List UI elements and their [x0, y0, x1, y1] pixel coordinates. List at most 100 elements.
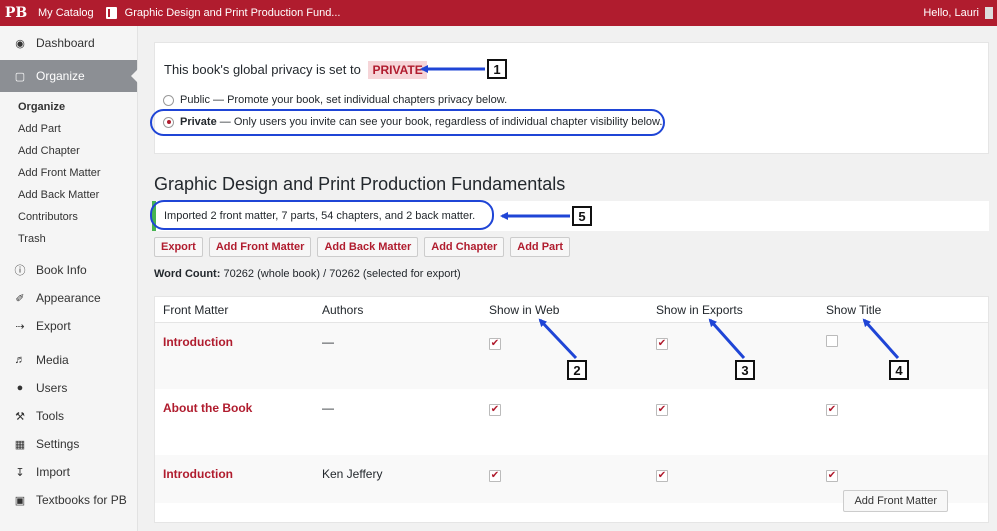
public-radio[interactable]	[163, 94, 174, 106]
header-authors: Authors	[322, 302, 364, 317]
sidebar-item-label: Import	[36, 465, 71, 479]
front-matter-table: Front Matter Authors Show in Web Show in…	[154, 296, 989, 523]
dashboard-icon: ◉	[15, 37, 25, 50]
book-name-label: Graphic Design and Print Production Fund…	[124, 7, 341, 19]
show-in-web-checkbox[interactable]: ✔	[489, 404, 501, 416]
my-catalog-link[interactable]: My Catalog	[32, 0, 100, 26]
sidebar-item-label: Dashboard	[36, 36, 95, 50]
sidebar-item-label: Tools	[36, 409, 65, 423]
sidebar-item-label: Book Info	[36, 263, 87, 277]
privacy-status-badge: PRIVATE	[368, 61, 427, 79]
show-in-exports-checkbox[interactable]: ✔	[656, 404, 668, 416]
sidebar-item-label: Textbooks for PB	[36, 493, 127, 507]
sidebar-item-label: Settings	[36, 437, 80, 451]
sidebar-item-users[interactable]: ● Users	[0, 374, 137, 402]
book-name-link[interactable]: Graphic Design and Print Production Fund…	[100, 0, 347, 26]
add-front-matter-button[interactable]: Add Front Matter	[208, 237, 312, 257]
sidebar-item-book-info[interactable]: ⓘ Book Info	[0, 256, 137, 284]
word-count-value: 70262 (whole book) / 70262 (selected for…	[223, 268, 461, 280]
privacy-heading: This book's global privacy is set to PRI…	[164, 61, 427, 79]
author-cell: —	[322, 335, 334, 349]
add-back-matter-button[interactable]: Add Back Matter	[317, 237, 419, 257]
show-in-web-checkbox[interactable]: ✔	[489, 470, 501, 482]
sidebar-item-export[interactable]: ⇢ Export	[0, 312, 137, 340]
show-title-checkbox[interactable]	[826, 335, 838, 347]
show-in-exports-checkbox[interactable]: ✔	[656, 470, 668, 482]
submenu-add-chapter[interactable]: Add Chapter	[0, 142, 137, 164]
front-matter-title-link[interactable]: About the Book	[155, 401, 322, 415]
sidebar-item-textbooks-for-pb[interactable]: ▣ Textbooks for PB	[0, 486, 137, 514]
sidebar-item-tools[interactable]: ⚒ Tools	[0, 402, 137, 430]
wrench-icon: ⚒	[15, 410, 25, 423]
sidebar-item-appearance[interactable]: ✐ Appearance	[0, 284, 137, 312]
word-count: Word Count: 70262 (whole book) / 70262 (…	[154, 268, 461, 280]
users-icon: ●	[16, 382, 24, 394]
header-show-title: Show Title	[826, 302, 882, 317]
sidebar-item-organize[interactable]: ▢ Organize	[0, 60, 138, 92]
settings-icon: ▦	[14, 438, 26, 451]
add-part-button[interactable]: Add Part	[510, 237, 571, 257]
callout-number-5: 5	[572, 206, 592, 226]
show-title-checkbox[interactable]: ✔	[826, 404, 838, 416]
table-row: About the Book — ✔ ✔ ✔	[155, 389, 988, 455]
info-icon: ⓘ	[14, 265, 26, 277]
book-title: Graphic Design and Print Production Fund…	[154, 174, 566, 194]
privacy-panel: This book's global privacy is set to PRI…	[154, 42, 989, 154]
admin-bar: PB My Catalog Graphic Design and Print P…	[0, 0, 997, 26]
import-icon: ↧	[15, 466, 25, 479]
book-icon: ▢	[14, 70, 26, 83]
word-count-label: Word Count:	[154, 268, 221, 280]
header-show-in-exports: Show in Exports	[656, 302, 743, 317]
main-content: This book's global privacy is set to PRI…	[138, 26, 997, 531]
public-option[interactable]: Public — Promote your book, set individu…	[163, 94, 507, 106]
submenu-add-front-matter[interactable]: Add Front Matter	[0, 164, 137, 186]
add-front-matter-table-button[interactable]: Add Front Matter	[843, 490, 948, 512]
submenu-add-part[interactable]: Add Part	[0, 120, 137, 142]
front-matter-title-link[interactable]: Introduction	[155, 335, 322, 349]
textbook-icon: ▣	[14, 494, 26, 507]
privacy-title-text: This book's global privacy is set to	[164, 62, 361, 77]
notice-highlight	[150, 200, 494, 230]
paintbrush-icon: ✐	[15, 292, 25, 305]
show-title-checkbox[interactable]: ✔	[826, 470, 838, 482]
user-account-menu[interactable]: Hello, Lauri	[923, 0, 997, 26]
organize-submenu: Organize Add Part Add Chapter Add Front …	[0, 92, 137, 256]
organize-actions: Export Add Front Matter Add Back Matter …	[154, 237, 571, 257]
submenu-organize[interactable]: Organize	[0, 98, 137, 120]
add-chapter-button[interactable]: Add Chapter	[424, 237, 505, 257]
admin-sidebar: ◉ Dashboard ▢ Organize Organize Add Part…	[0, 26, 138, 531]
public-label: Public	[180, 94, 210, 106]
sidebar-item-label: Organize	[36, 69, 85, 83]
show-in-web-checkbox[interactable]: ✔	[489, 338, 501, 350]
media-icon: ♬	[14, 354, 26, 366]
export-button[interactable]: Export	[154, 237, 203, 257]
sidebar-item-label: Users	[36, 381, 68, 395]
export-icon: ⇢	[15, 320, 25, 333]
submenu-trash[interactable]: Trash	[0, 230, 137, 252]
author-cell: Ken Jeffery	[322, 467, 383, 481]
public-description: — Promote your book, set individual chap…	[213, 94, 508, 106]
submenu-contributors[interactable]: Contributors	[0, 208, 137, 230]
pressbooks-logo[interactable]: PB	[0, 5, 32, 21]
author-cell: —	[322, 401, 334, 415]
callout-number-4: 4	[889, 360, 909, 380]
sidebar-item-label: Media	[36, 353, 69, 367]
private-option-highlight	[150, 109, 665, 136]
sidebar-item-label: Appearance	[36, 291, 101, 305]
sidebar-item-label: Export	[36, 319, 71, 333]
callout-number-1: 1	[487, 59, 507, 79]
avatar	[985, 7, 993, 19]
sidebar-item-import[interactable]: ↧ Import	[0, 458, 137, 486]
sidebar-item-media[interactable]: ♬ Media	[0, 346, 137, 374]
table-header: Front Matter Authors Show in Web Show in…	[155, 297, 988, 323]
submenu-add-back-matter[interactable]: Add Back Matter	[0, 186, 137, 208]
sidebar-item-settings[interactable]: ▦ Settings	[0, 430, 137, 458]
sidebar-item-dashboard[interactable]: ◉ Dashboard	[0, 26, 137, 60]
front-matter-title-link[interactable]: Introduction	[155, 467, 322, 481]
callout-number-3: 3	[735, 360, 755, 380]
callout-number-2: 2	[567, 360, 587, 380]
header-show-in-web: Show in Web	[489, 302, 560, 317]
show-in-exports-checkbox[interactable]: ✔	[656, 338, 668, 350]
book-icon	[105, 7, 117, 19]
greeting-text: Hello, Lauri	[923, 7, 979, 19]
